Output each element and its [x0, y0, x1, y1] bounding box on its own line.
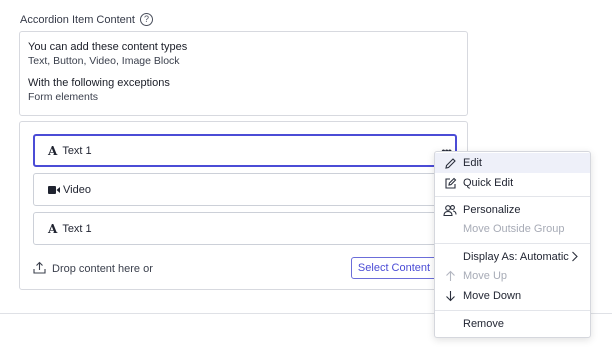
- allowed-types-title: You can add these content types: [28, 41, 188, 53]
- arrow-down-icon: [443, 289, 457, 303]
- users-icon: [443, 203, 457, 217]
- edit-square-icon: [443, 176, 457, 190]
- content-item-text-1[interactable]: A Text 1 •••: [33, 134, 457, 167]
- menu-item-label: Remove: [463, 318, 504, 330]
- menu-item-move-down[interactable]: Move Down: [435, 286, 590, 306]
- menu-item-personalize[interactable]: Personalize: [435, 200, 590, 220]
- menu-item-label: Display As: Automatic: [463, 251, 569, 263]
- accordion-content-label: Accordion Item Content ?: [20, 13, 153, 26]
- chevron-right-icon: [571, 251, 578, 265]
- allowed-types-list: Text, Button, Video, Image Block: [28, 55, 180, 67]
- exceptions-list: Form elements: [28, 91, 99, 103]
- content-item-label: Video: [63, 183, 91, 196]
- menu-item-remove[interactable]: Remove: [435, 314, 590, 334]
- pencil-icon: [443, 156, 457, 170]
- content-group: A Text 1 ••• Video ••• A Text 1 ••• Drop…: [19, 121, 468, 290]
- arrow-up-icon: [443, 269, 457, 283]
- menu-item-edit[interactable]: Edit: [435, 153, 590, 173]
- drop-text: Drop content here or: [52, 263, 153, 275]
- menu-item-label: Move Up: [463, 270, 508, 282]
- text-type-icon: A: [48, 143, 58, 158]
- context-menu: Edit Quick Edit Personalize Move Outside…: [434, 151, 591, 338]
- menu-item-label: Move Outside Group: [463, 223, 565, 235]
- section-title: Accordion Item Content: [20, 13, 135, 26]
- drop-zone[interactable]: Drop content here or Select Content: [33, 257, 457, 281]
- content-item-video[interactable]: Video •••: [33, 173, 457, 206]
- content-item-label: Text 1: [62, 222, 92, 235]
- menu-separator: [435, 243, 590, 244]
- menu-item-display-as[interactable]: Display As: Automatic: [435, 247, 590, 267]
- video-camera-icon: [48, 185, 60, 194]
- menu-item-label: Personalize: [463, 204, 521, 216]
- menu-item-quick-edit[interactable]: Quick Edit: [435, 173, 590, 193]
- menu-item-label: Quick Edit: [463, 177, 514, 189]
- menu-separator: [435, 196, 590, 197]
- content-types-info: You can add these content types Text, Bu…: [19, 31, 468, 116]
- menu-item-move-up: Move Up: [435, 266, 590, 286]
- content-item-label: Text 1: [62, 144, 92, 157]
- menu-item-label: Edit: [463, 157, 482, 169]
- menu-separator: [435, 310, 590, 311]
- menu-item-move-outside-group: Move Outside Group: [435, 219, 590, 239]
- text-type-icon: A: [48, 221, 58, 236]
- exceptions-title: With the following exceptions: [28, 77, 170, 89]
- question-circle-icon[interactable]: ?: [139, 13, 153, 26]
- content-item-text-2[interactable]: A Text 1 •••: [33, 212, 457, 245]
- upload-icon: [33, 261, 46, 277]
- menu-item-label: Move Down: [463, 290, 522, 302]
- select-content-button[interactable]: Select Content: [351, 257, 437, 279]
